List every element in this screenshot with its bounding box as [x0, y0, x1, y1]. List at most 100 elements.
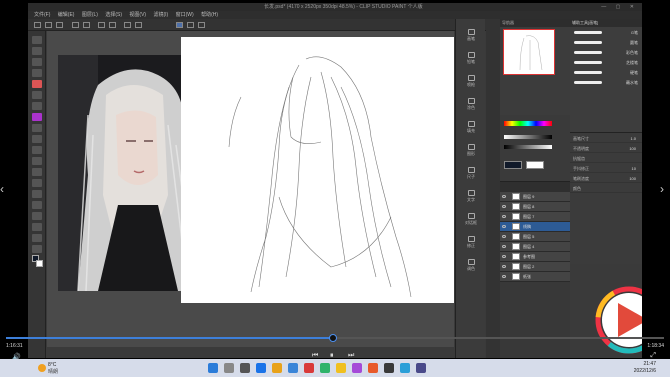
clear-icon[interactable]: [98, 22, 105, 28]
eye-icon[interactable]: [502, 195, 506, 198]
snap-grid-icon[interactable]: [187, 22, 194, 28]
menu-window[interactable]: 窗口(W): [176, 11, 194, 19]
sub-tool-correct[interactable]: 修正: [460, 236, 482, 249]
layer-row[interactable]: 图层 9: [500, 192, 570, 202]
brush-item[interactable]: 圆笔: [570, 37, 642, 47]
transform-icon[interactable]: [109, 22, 116, 28]
drawing-canvas[interactable]: [181, 37, 454, 303]
eyedropper-tool-icon[interactable]: [32, 91, 42, 99]
eye-icon[interactable]: [502, 265, 506, 268]
layer-row-selected[interactable]: 线稿: [500, 222, 570, 232]
navigator-thumbnail[interactable]: [503, 29, 555, 75]
gradient-tool-icon[interactable]: [32, 179, 42, 187]
property-row[interactable]: 颜色: [570, 183, 642, 193]
layer-row[interactable]: 图层 8: [500, 202, 570, 212]
app-icon[interactable]: [304, 363, 314, 373]
move-tool-icon[interactable]: [32, 47, 42, 55]
window-controls[interactable]: — ▢ ✕: [601, 3, 638, 11]
store-icon[interactable]: [288, 363, 298, 373]
next-chevron-icon[interactable]: ›: [660, 182, 670, 196]
sub-tool-fill[interactable]: 填充: [460, 121, 482, 134]
brush-panel-tab[interactable]: 辅助工具[画笔]: [570, 19, 642, 27]
layer-row[interactable]: 图层 7: [500, 212, 570, 222]
sub-tool-pencil[interactable]: 铅笔: [460, 52, 482, 65]
sub-tool-figure[interactable]: 图形: [460, 144, 482, 157]
hue-slider[interactable]: [504, 121, 552, 126]
menu-layer[interactable]: 图层(L): [82, 11, 98, 19]
navigator-zoom-controls[interactable]: [503, 77, 567, 85]
brush-tool-icon[interactable]: [32, 124, 42, 132]
blend-tool-icon[interactable]: [32, 157, 42, 165]
progress-scrubber[interactable]: [329, 334, 338, 342]
operation-tool-icon[interactable]: [32, 58, 42, 66]
saturation-slider[interactable]: [504, 145, 552, 149]
layer-row[interactable]: 纸张: [500, 272, 570, 282]
eye-icon[interactable]: [502, 255, 506, 258]
task-view-icon[interactable]: [240, 363, 250, 373]
eye-icon[interactable]: [502, 205, 506, 208]
brush-item[interactable]: 硬笔: [570, 67, 642, 77]
eye-icon[interactable]: [502, 245, 506, 248]
eye-icon[interactable]: [502, 235, 506, 238]
eye-icon[interactable]: [502, 225, 506, 228]
fill-tool-icon[interactable]: [32, 168, 42, 176]
layer-row[interactable]: 图层 2: [500, 262, 570, 272]
menu-select[interactable]: 选择(S): [105, 11, 122, 19]
selection-tool-icon[interactable]: [32, 69, 42, 77]
snap-ruler-icon[interactable]: [176, 22, 183, 28]
brush-item[interactable]: 蘸水笔: [570, 77, 642, 87]
snap-special-icon[interactable]: [198, 22, 205, 28]
app-icon[interactable]: [416, 363, 426, 373]
app-icon[interactable]: [384, 363, 394, 373]
brush-item[interactable]: G笔: [570, 27, 642, 37]
airbrush-tool-icon[interactable]: [32, 135, 42, 143]
search-icon[interactable]: [224, 363, 234, 373]
deselect-icon[interactable]: [124, 22, 131, 28]
zoom-tool-icon[interactable]: [32, 36, 42, 44]
sub-tool-ruler[interactable]: 尺子: [460, 167, 482, 180]
sub-tool-pen[interactable]: 画笔: [460, 29, 482, 42]
brush-item[interactable]: 芝楼笔: [570, 57, 642, 67]
menu-file[interactable]: 文件(F): [34, 11, 50, 19]
layer-row[interactable]: 参考图: [500, 252, 570, 262]
app-icon[interactable]: [320, 363, 330, 373]
sub-tool-airbrush[interactable]: 喷枪: [460, 75, 482, 88]
eye-icon[interactable]: [502, 215, 506, 218]
layer-row[interactable]: 图层 5: [500, 232, 570, 242]
weather-widget[interactable]: 8°C 晴朗: [38, 361, 78, 375]
menu-help[interactable]: 帮助(H): [201, 11, 218, 19]
undo-icon[interactable]: [72, 22, 79, 28]
invert-selection-icon[interactable]: [135, 22, 142, 28]
pencil-tool-icon[interactable]: [32, 113, 42, 121]
pen-tool-icon[interactable]: [32, 102, 42, 110]
sub-tool-paint[interactable]: 涂色: [460, 98, 482, 111]
app-icon[interactable]: [336, 363, 346, 373]
sub-tool-color[interactable]: 调色: [460, 259, 482, 272]
text-tool-icon[interactable]: [32, 223, 42, 231]
sub-tool-text[interactable]: 文字: [460, 190, 482, 203]
property-row[interactable]: 画笔尺寸 1.0: [570, 133, 642, 143]
balloon-tool-icon[interactable]: [32, 234, 42, 242]
progress-bar[interactable]: [6, 334, 664, 342]
sub-color-swatch[interactable]: [36, 260, 43, 267]
file-explorer-icon[interactable]: [272, 363, 282, 373]
correct-line-tool-icon[interactable]: [32, 245, 42, 253]
property-row[interactable]: 手抖修正 10: [570, 163, 642, 173]
main-color-box[interactable]: [504, 161, 522, 169]
canvas-area[interactable]: [47, 31, 454, 347]
app-icon[interactable]: [400, 363, 410, 373]
app-icon[interactable]: [352, 363, 362, 373]
sub-tool-balloon[interactable]: 对话框: [460, 213, 482, 226]
menu-view[interactable]: 视图(V): [129, 11, 146, 19]
save-icon[interactable]: [56, 22, 63, 28]
eraser-tool-icon[interactable]: [32, 80, 42, 88]
clip-studio-taskbar-icon[interactable]: [368, 363, 378, 373]
property-row[interactable]: 不透明度 100: [570, 143, 642, 153]
sub-color-box[interactable]: [526, 161, 544, 169]
system-clock[interactable]: 21:47 2022/12/6: [634, 361, 656, 375]
value-slider[interactable]: [504, 135, 552, 139]
new-file-icon[interactable]: [34, 22, 41, 28]
property-row[interactable]: 笔刷浓度 100: [570, 173, 642, 183]
ruler-tool-icon[interactable]: [32, 212, 42, 220]
menu-filter[interactable]: 滤镜(I): [153, 11, 168, 19]
